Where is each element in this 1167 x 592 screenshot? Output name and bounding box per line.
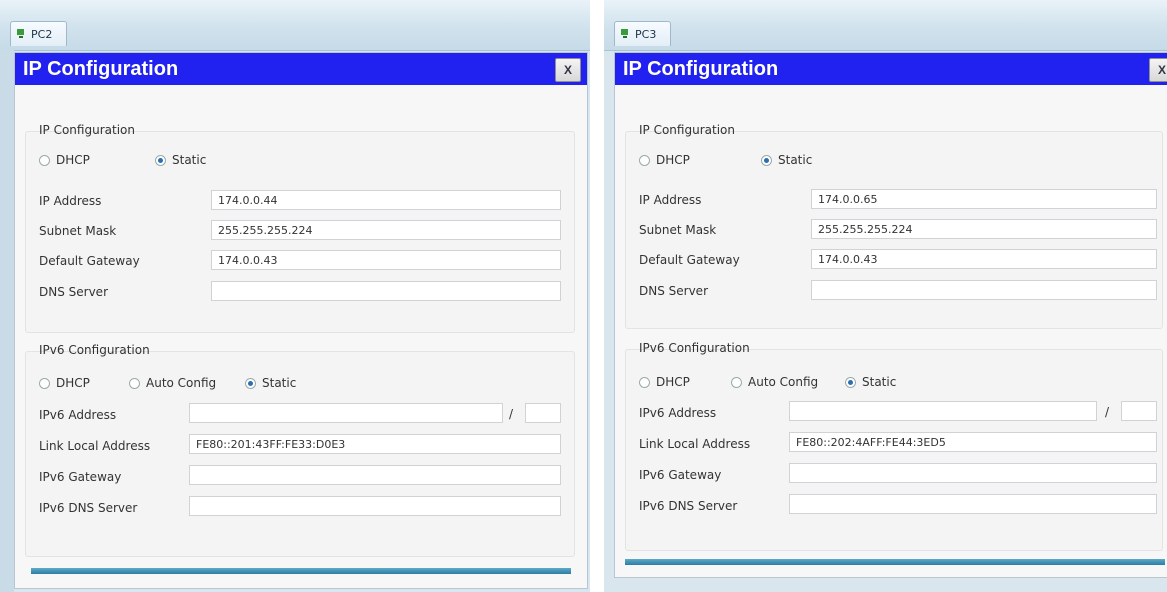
dns-server-label: DNS Server bbox=[639, 284, 708, 298]
ip-address-label: IP Address bbox=[639, 193, 702, 207]
link-local-field[interactable]: FE80::202:4AFF:FE44:3ED5 bbox=[789, 432, 1157, 452]
ipv6-static-label: Static bbox=[862, 375, 897, 389]
ipv6-section-title: IPv6 Configuration bbox=[639, 341, 750, 355]
ipv6-dns-field[interactable] bbox=[189, 496, 561, 516]
subnet-mask-field[interactable]: 255.255.255.224 bbox=[811, 219, 1157, 239]
link-local-label: Link Local Address bbox=[39, 439, 151, 453]
ipv6-section-title: IPv6 Configuration bbox=[39, 343, 150, 357]
pc2-window: PC2 IP Configuration X IP Configuration … bbox=[0, 0, 590, 592]
pc3-tab-label: PC3 bbox=[635, 27, 657, 41]
ipv4-static-radio[interactable]: Static bbox=[155, 153, 206, 167]
ipv4-section-title: IP Configuration bbox=[639, 123, 735, 137]
ipv4-section-title: IP Configuration bbox=[39, 123, 135, 137]
ipv6-auto-config-radio[interactable]: Auto Config bbox=[129, 376, 216, 390]
ipv6-address-field[interactable] bbox=[789, 401, 1097, 421]
prefix-separator: / bbox=[1105, 405, 1110, 419]
subnet-mask-field[interactable]: 255.255.255.224 bbox=[211, 220, 561, 240]
pc2-titlebar: PC2 bbox=[0, 0, 590, 51]
ipv6-address-label: IPv6 Address bbox=[39, 408, 117, 422]
ipv6-static-label: Static bbox=[262, 376, 297, 390]
dialog-title-text: IP Configuration bbox=[623, 57, 779, 80]
ipv6-dhcp-label: DHCP bbox=[656, 375, 690, 389]
dialog-title: IP Configuration X bbox=[615, 53, 1167, 85]
radio-icon bbox=[761, 154, 772, 166]
radio-icon bbox=[155, 154, 166, 166]
ipv6-gateway-field[interactable] bbox=[189, 465, 561, 485]
radio-icon bbox=[245, 377, 256, 389]
ipv6-dns-label: IPv6 DNS Server bbox=[639, 499, 738, 513]
ipv6-dhcp-radio[interactable]: DHCP bbox=[39, 376, 90, 390]
ip-address-field[interactable]: 174.0.0.65 bbox=[811, 189, 1157, 209]
dns-server-field[interactable] bbox=[811, 280, 1157, 300]
dialog-title-text: IP Configuration bbox=[23, 57, 179, 80]
subnet-mask-label: Subnet Mask bbox=[639, 223, 717, 237]
pc2-tab[interactable]: PC2 bbox=[10, 21, 68, 46]
bottom-status-bar bbox=[31, 568, 571, 574]
link-local-label: Link Local Address bbox=[639, 437, 751, 451]
ipv6-auto-config-label: Auto Config bbox=[146, 376, 217, 390]
close-icon: X bbox=[1157, 63, 1166, 77]
ipv6-gateway-label: IPv6 Gateway bbox=[39, 470, 122, 484]
subnet-mask-label: Subnet Mask bbox=[39, 224, 117, 238]
ip-address-label: IP Address bbox=[39, 194, 102, 208]
dns-server-label: DNS Server bbox=[39, 285, 108, 299]
left-frame-strip bbox=[0, 50, 14, 592]
ipv6-group bbox=[25, 351, 575, 557]
close-button[interactable]: X bbox=[1149, 58, 1167, 82]
radio-icon bbox=[129, 377, 140, 389]
ipv4-dhcp-radio[interactable]: DHCP bbox=[39, 153, 90, 167]
pc3-window: PC3 IP Configuration X IP Configuration … bbox=[604, 0, 1167, 592]
pc3-tab[interactable]: PC3 bbox=[614, 21, 672, 46]
bottom-status-bar bbox=[625, 559, 1165, 565]
pc3-titlebar: PC3 bbox=[604, 0, 1167, 51]
link-local-field[interactable]: FE80::201:43FF:FE33:D0E3 bbox=[189, 434, 561, 454]
pc-icon bbox=[621, 29, 631, 39]
ipv4-static-label: Static bbox=[778, 153, 813, 167]
dns-server-field[interactable] bbox=[211, 281, 561, 301]
ipv6-dhcp-label: DHCP bbox=[56, 376, 90, 390]
close-button[interactable]: X bbox=[555, 58, 581, 82]
ipv4-dhcp-radio[interactable]: DHCP bbox=[639, 153, 690, 167]
ip-config-dialog: IP Configuration X IP Configuration DHCP… bbox=[614, 52, 1167, 578]
radio-icon bbox=[39, 154, 50, 166]
ipv6-auto-config-label: Auto Config bbox=[748, 375, 819, 389]
radio-icon bbox=[39, 377, 50, 389]
ipv4-static-label: Static bbox=[172, 153, 207, 167]
ipv6-dns-label: IPv6 DNS Server bbox=[39, 501, 138, 515]
ipv6-gateway-field[interactable] bbox=[789, 463, 1157, 483]
default-gateway-field[interactable]: 174.0.0.43 bbox=[811, 249, 1157, 269]
default-gateway-field[interactable]: 174.0.0.43 bbox=[211, 250, 561, 270]
ip-address-field[interactable]: 174.0.0.44 bbox=[211, 190, 561, 210]
ipv6-gateway-label: IPv6 Gateway bbox=[639, 468, 722, 482]
ipv6-prefix-field[interactable] bbox=[1121, 401, 1157, 421]
radio-icon bbox=[639, 154, 650, 166]
radio-icon bbox=[731, 376, 742, 388]
close-icon: X bbox=[563, 63, 572, 77]
dialog-title: IP Configuration X bbox=[15, 53, 587, 85]
default-gateway-label: Default Gateway bbox=[39, 254, 140, 268]
ipv4-static-radio[interactable]: Static bbox=[761, 153, 812, 167]
ipv6-address-field[interactable] bbox=[189, 403, 503, 423]
pc-icon bbox=[17, 29, 27, 39]
ipv4-dhcp-label: DHCP bbox=[56, 153, 90, 167]
ip-config-dialog: IP Configuration X IP Configuration DHCP… bbox=[14, 52, 588, 589]
pc2-tab-label: PC2 bbox=[31, 27, 53, 41]
ipv6-dns-field[interactable] bbox=[789, 494, 1157, 514]
ipv6-auto-config-radio[interactable]: Auto Config bbox=[731, 375, 818, 389]
ipv6-address-label: IPv6 Address bbox=[639, 406, 717, 420]
ipv6-prefix-field[interactable] bbox=[525, 403, 561, 423]
ipv6-static-radio[interactable]: Static bbox=[845, 375, 896, 389]
radio-icon bbox=[845, 376, 856, 388]
ipv6-dhcp-radio[interactable]: DHCP bbox=[639, 375, 690, 389]
ipv4-dhcp-label: DHCP bbox=[656, 153, 690, 167]
radio-icon bbox=[639, 376, 650, 388]
ipv6-static-radio[interactable]: Static bbox=[245, 376, 296, 390]
default-gateway-label: Default Gateway bbox=[639, 253, 740, 267]
prefix-separator: / bbox=[509, 407, 514, 421]
